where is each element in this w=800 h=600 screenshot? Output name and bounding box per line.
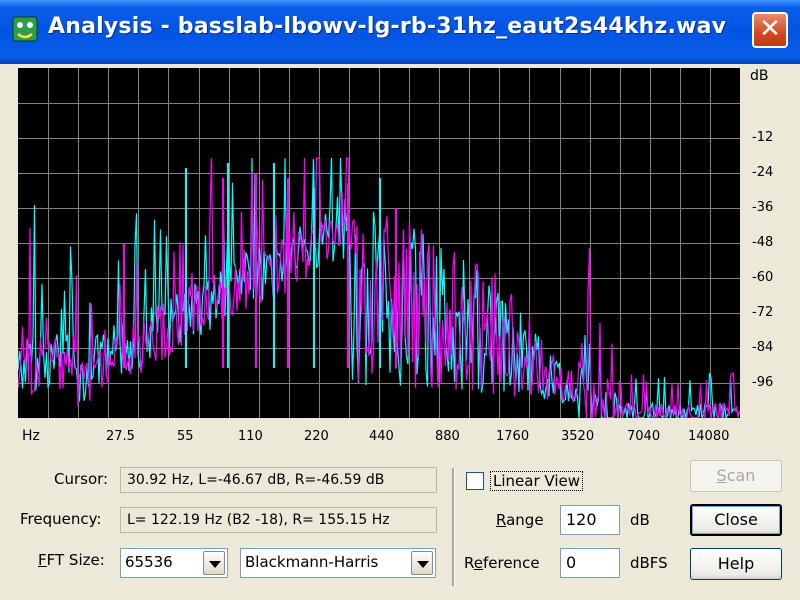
close-button[interactable]: Close <box>690 504 782 536</box>
range-label: Range <box>496 511 544 529</box>
x-axis-unit: Hz <box>22 428 40 444</box>
fft-size-value: 65536 <box>125 553 173 571</box>
window-title: Analysis - basslab-lbowv-lg-rb-31hz_eaut… <box>48 14 727 39</box>
chevron-down-icon[interactable] <box>203 551 225 575</box>
app-icon <box>12 16 38 42</box>
y-tick-label: -48 <box>752 235 774 250</box>
scan-button[interactable]: Scan <box>690 460 782 492</box>
x-tick-label: 7040 <box>627 429 661 444</box>
x-tick-label: 1760 <box>496 429 530 444</box>
linear-view-label-text: Linear View <box>493 472 580 490</box>
reference-unit: dBFS <box>630 554 668 572</box>
x-tick-label: 14080 <box>688 429 730 444</box>
y-tick-label: -24 <box>752 165 774 180</box>
cursor-readout: 30.92 Hz, L=-46.67 dB, R=-46.59 dB <box>120 467 437 493</box>
spectrum-plot[interactable] <box>18 68 740 418</box>
x-tick-label: 440 <box>369 429 394 444</box>
linear-view-label[interactable]: Linear View <box>490 471 583 491</box>
x-tick-label: 110 <box>238 429 263 444</box>
y-tick-label: -12 <box>752 130 774 145</box>
y-axis-unit: dB <box>750 68 769 84</box>
window-function-value: Blackmann-Harris <box>245 553 379 571</box>
range-input[interactable]: 120 <box>560 505 620 535</box>
range-label-accel: R <box>496 511 507 529</box>
frequency-readout: L= 122.19 Hz (B2 -18), R= 155.15 Hz <box>120 507 437 533</box>
reference-label-pre: R <box>464 554 474 572</box>
y-tick-label: -36 <box>752 200 774 215</box>
window-function-select[interactable]: Blackmann-Harris <box>240 548 436 578</box>
linear-view-checkbox[interactable] <box>466 472 484 490</box>
x-tick-label: 27.5 <box>106 429 135 444</box>
reference-label-accel: e <box>473 554 483 572</box>
fft-size-label-rest: FT Size: <box>46 551 105 569</box>
x-tick-label: 880 <box>435 429 460 444</box>
reference-input[interactable]: 0 <box>560 548 620 578</box>
analysis-window: Analysis - basslab-lbowv-lg-rb-31hz_eaut… <box>0 0 800 600</box>
panel-divider <box>452 468 455 586</box>
scan-button-rest: can <box>726 466 756 485</box>
x-tick-label: 220 <box>304 429 329 444</box>
cursor-label: Cursor: <box>54 470 109 488</box>
fft-size-label: FFT Size: <box>38 551 105 569</box>
scan-button-accel: S <box>716 466 727 485</box>
range-unit: dB <box>630 511 650 529</box>
y-tick-label: -96 <box>752 375 774 390</box>
range-label-rest: ange <box>506 511 544 529</box>
x-tick-label: 55 <box>177 429 194 444</box>
chevron-down-icon[interactable] <box>411 551 433 575</box>
y-tick-label: -60 <box>752 270 774 285</box>
title-bar[interactable]: Analysis - basslab-lbowv-lg-rb-31hz_eaut… <box>0 0 800 64</box>
x-tick-label: 3520 <box>561 429 595 444</box>
frequency-label: Frequency: <box>20 510 102 528</box>
close-window-icon[interactable]: ✕ <box>752 12 788 48</box>
reference-label: Reference <box>464 554 540 572</box>
help-button[interactable]: Help <box>690 548 782 580</box>
fft-size-select[interactable]: 65536 <box>120 548 228 578</box>
y-tick-label: -84 <box>752 340 774 355</box>
fft-size-label-accel: F <box>38 551 47 569</box>
y-tick-label: -72 <box>752 305 774 320</box>
reference-label-rest: ference <box>482 554 540 572</box>
